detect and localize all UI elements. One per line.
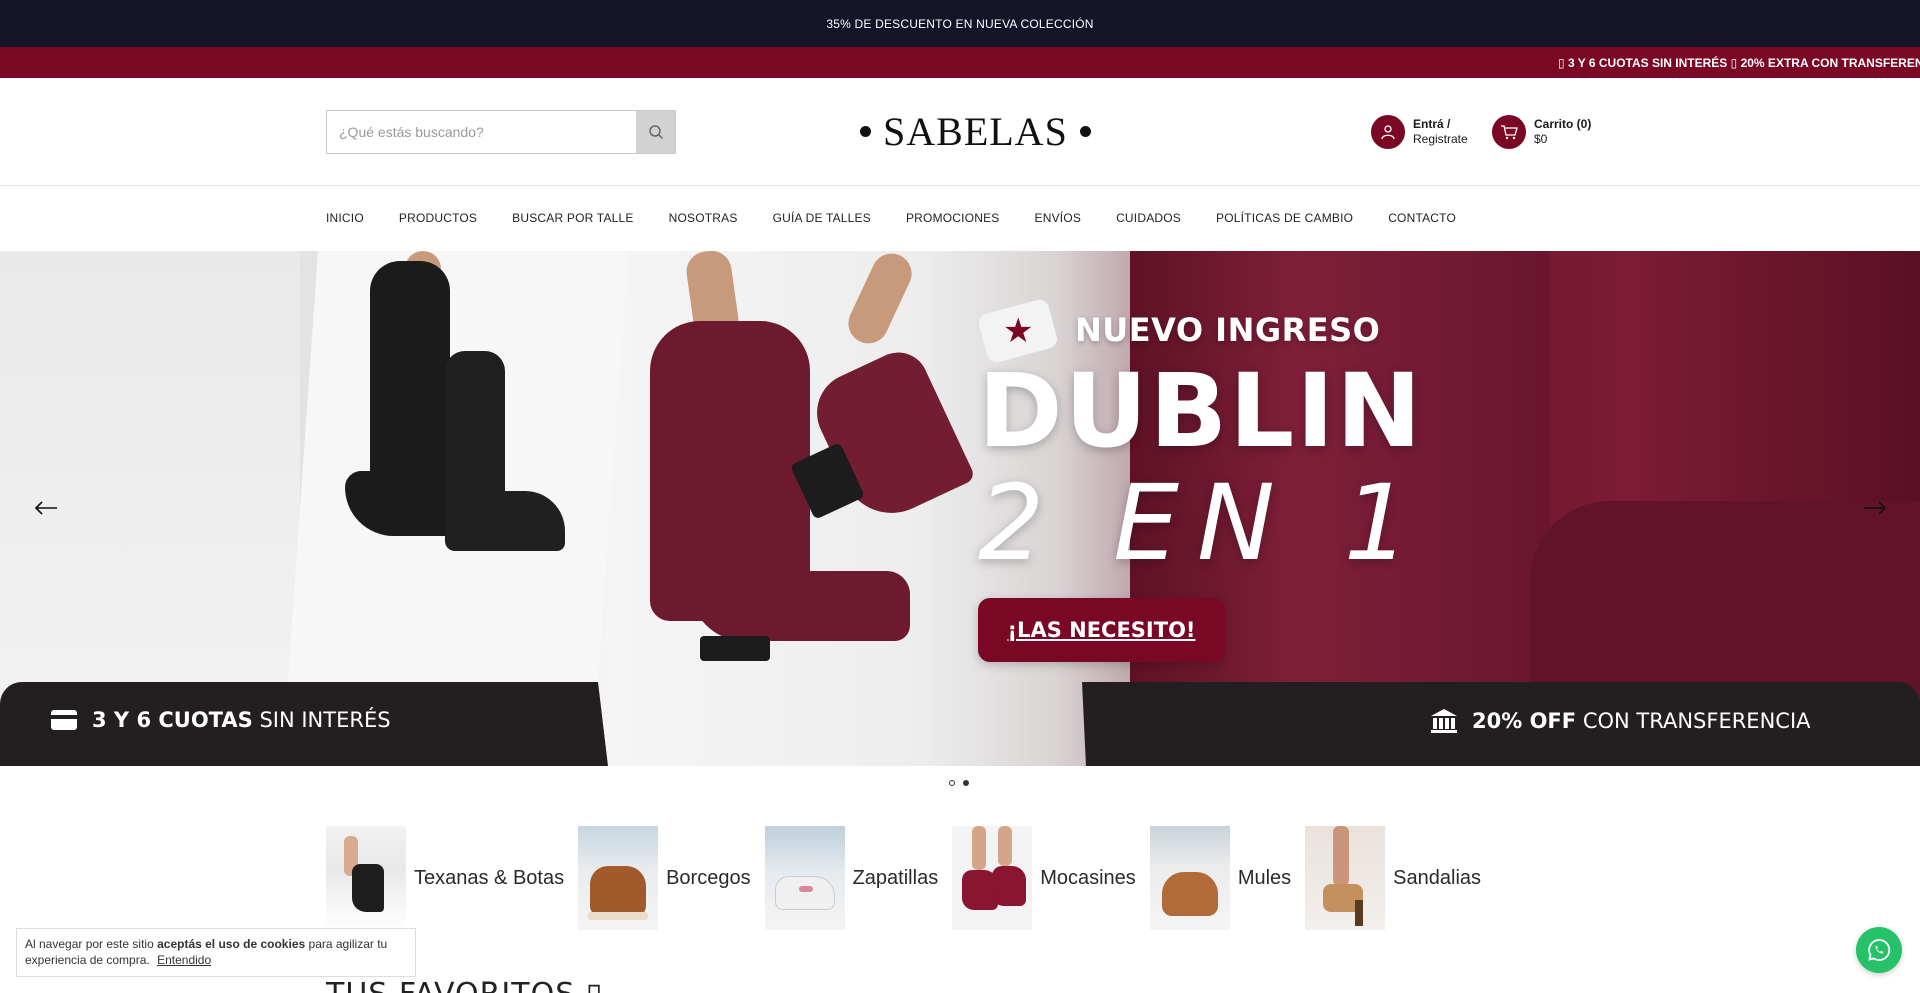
slider-next-arrow-icon[interactable]: [1860, 493, 1890, 523]
promo-ticker: ▯ 3 Y 6 CUOTAS SIN INTERÉS ▯ 20% EXTRA C…: [0, 47, 1920, 78]
transfer-promo: 20% OFF CON TRANSFERENCIA: [1430, 708, 1811, 734]
site-header: SABELAS Entrá / Registrate Carrito (0) $…: [0, 78, 1920, 186]
hero-promo-band: 3 Y 6 CUOTAS SIN INTERÉS 20% OFF CON TRA…: [0, 682, 1920, 766]
credit-card-icon: [51, 710, 77, 730]
cart-icon: [1492, 115, 1526, 149]
hero-slider: ★ NUEVO INGRESO DUBLIN 2 EN 1 ¡LAS NECES…: [0, 251, 1920, 766]
slider-dot-2[interactable]: [963, 780, 969, 786]
logo-dot-left: [860, 125, 871, 137]
hero-big-boot-foot: [1530, 501, 1920, 701]
category-label: Sandalias: [1393, 866, 1482, 889]
search-bar: [326, 110, 676, 154]
category-borcegos[interactable]: Borcegos: [578, 826, 751, 930]
slider-dot-1[interactable]: [949, 780, 955, 786]
hero-black-boot-short-foot: [445, 491, 565, 551]
account-link[interactable]: Entrá / Registrate: [1371, 115, 1468, 149]
category-label: Texanas & Botas: [414, 866, 565, 889]
cart-total: $0: [1534, 132, 1548, 146]
category-zapatillas[interactable]: Zapatillas: [764, 826, 939, 930]
nav-item-promociones[interactable]: PROMOCIONES: [906, 211, 1000, 225]
category-label: Mules: [1237, 866, 1292, 889]
hero-title-secondary: 2 EN 1: [978, 462, 1428, 584]
nav-item-nosotras[interactable]: NOSOTRAS: [669, 211, 738, 225]
hero-boot-sole: [700, 636, 770, 661]
account-register-label: Registrate: [1413, 132, 1468, 146]
account-login-label: Entrá /: [1413, 117, 1451, 131]
category-image: [952, 826, 1033, 930]
favorites-heading: TUS FAVORITOS ▯: [326, 977, 603, 993]
category-texanas-botas[interactable]: Texanas & Botas: [326, 826, 564, 930]
nav-item-buscar-por-talle[interactable]: BUSCAR POR TALLE: [512, 211, 633, 225]
cookie-accept-link[interactable]: Entendido: [157, 953, 211, 967]
category-list: Texanas & Botas Borcegos Zapatillas Moca…: [326, 826, 1481, 930]
category-mocasines[interactable]: Mocasines: [952, 826, 1136, 930]
installments-rest: SIN INTERÉS: [259, 708, 391, 732]
nav-item-politicas-de-cambio[interactable]: POLÍTICAS DE CAMBIO: [1216, 211, 1353, 225]
category-image: [1305, 826, 1386, 930]
whatsapp-button[interactable]: [1856, 927, 1902, 973]
category-image: [1149, 826, 1230, 930]
transfer-bold: 20% OFF: [1472, 709, 1577, 733]
nav-item-productos[interactable]: PRODUCTOS: [399, 211, 477, 225]
search-button[interactable]: [636, 111, 675, 153]
nav-item-contacto[interactable]: CONTACTO: [1388, 211, 1456, 225]
cart-link[interactable]: Carrito (0) $0: [1492, 115, 1591, 149]
logo-text: SABELAS: [883, 108, 1068, 154]
category-sandalias[interactable]: Sandalias: [1305, 826, 1481, 930]
hero-cta-button[interactable]: ¡LAS NECESITO!: [978, 598, 1225, 662]
cart-count: Carrito (0): [1534, 117, 1592, 131]
category-label: Zapatillas: [852, 866, 939, 889]
installments-promo: 3 Y 6 CUOTAS SIN INTERÉS: [50, 708, 391, 732]
category-image: [326, 826, 406, 930]
cookie-text-bold: aceptás el uso de cookies: [157, 937, 306, 951]
transfer-rest: CON TRANSFERENCIA: [1582, 709, 1811, 733]
nav-item-inicio[interactable]: INICIO: [326, 211, 364, 225]
hero-subtitle: NUEVO INGRESO: [1075, 311, 1381, 349]
cookie-text-pre: Al navegar por este sitio: [25, 937, 154, 951]
cookie-notice: Al navegar por este sitio aceptás el uso…: [16, 928, 416, 977]
whatsapp-icon: [1868, 939, 1891, 961]
logo-dot-right: [1079, 125, 1091, 137]
category-label: Borcegos: [666, 866, 751, 889]
category-image: [578, 826, 659, 930]
main-nav: INICIO PRODUCTOS BUSCAR POR TALLE NOSOTR…: [326, 186, 1456, 250]
slider-prev-arrow-icon[interactable]: [31, 493, 61, 523]
user-icon: [1371, 115, 1405, 149]
search-icon: [648, 125, 663, 140]
search-input[interactable]: [327, 111, 636, 153]
ticker-text: ▯ 3 Y 6 CUOTAS SIN INTERÉS ▯ 20% EXTRA C…: [1558, 56, 1920, 70]
hero-title: DUBLIN: [978, 352, 1424, 471]
hero-leg: [841, 251, 919, 351]
nav-item-envios[interactable]: ENVÍOS: [1035, 211, 1082, 225]
announcement-text: 35% DE DESCUENTO EN NUEVA COLECCIÓN: [826, 16, 1094, 31]
slider-pagination: [949, 780, 969, 786]
hero-burgundy-boot-foot: [690, 571, 910, 641]
category-mules[interactable]: Mules: [1149, 826, 1292, 930]
installments-bold: 3 Y 6 CUOTAS: [92, 708, 253, 732]
category-label: Mocasines: [1040, 866, 1136, 889]
category-image: [764, 826, 845, 930]
nav-item-cuidados[interactable]: CUIDADOS: [1116, 211, 1181, 225]
bank-icon: [1431, 709, 1457, 733]
announcement-bar: 35% DE DESCUENTO EN NUEVA COLECCIÓN: [0, 0, 1920, 47]
site-logo[interactable]: SABELAS: [860, 106, 1091, 156]
nav-item-guia-de-talles[interactable]: GUÍA DE TALLES: [773, 211, 871, 225]
